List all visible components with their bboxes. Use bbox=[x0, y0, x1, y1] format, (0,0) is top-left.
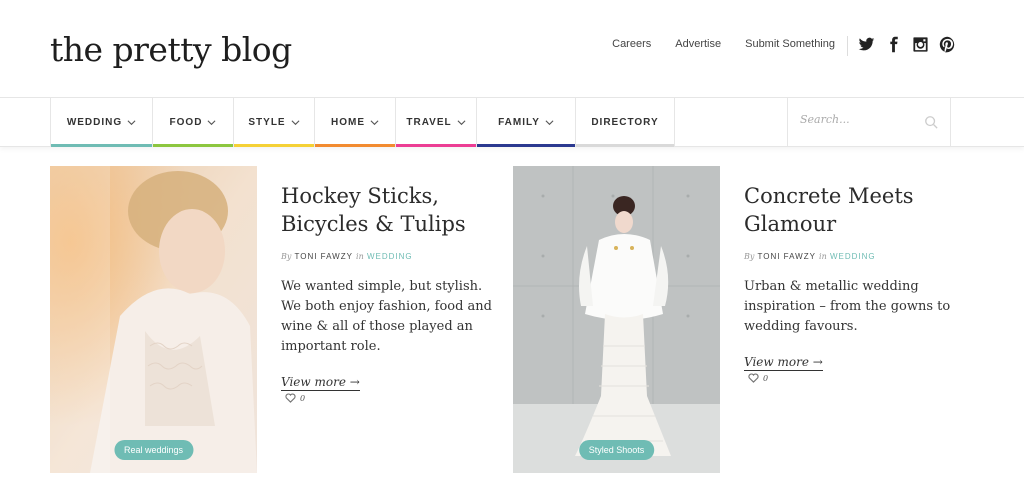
post-title-line: Hockey Sticks, bbox=[281, 184, 439, 208]
search-icon[interactable] bbox=[924, 115, 938, 129]
post-excerpt: We wanted simple, but stylish. We both e… bbox=[281, 279, 492, 354]
category-tag[interactable]: Styled Shoots bbox=[578, 440, 655, 460]
post-category-link[interactable]: WEDDING bbox=[367, 252, 413, 261]
nav-label: FAMILY bbox=[498, 116, 540, 128]
top-links: Careers Advertise Submit Something bbox=[612, 38, 835, 50]
nav-color-bar bbox=[153, 144, 233, 147]
post-meta: By TONI FAWZY in WEDDING bbox=[281, 252, 496, 261]
nav-label: WEDDING bbox=[66, 116, 123, 128]
post-image[interactable]: Real weddings bbox=[50, 166, 257, 473]
nav-color-bar bbox=[576, 144, 674, 147]
nav-item-directory[interactable]: DIRECTORY bbox=[576, 98, 675, 147]
post-title-line: Glamour bbox=[744, 212, 837, 236]
careers-link[interactable]: Careers bbox=[612, 38, 651, 50]
nav-color-bar bbox=[396, 144, 476, 147]
nav-label: FOOD bbox=[169, 116, 203, 128]
nav-item-travel[interactable]: TRAVEL bbox=[396, 98, 477, 147]
submit-something-link[interactable]: Submit Something bbox=[745, 38, 835, 50]
post-title[interactable]: Hockey Sticks, Bicycles & Tulips bbox=[281, 182, 496, 238]
category-tag[interactable]: Real weddings bbox=[113, 440, 194, 460]
chevron-down-icon bbox=[370, 119, 379, 125]
advertise-link[interactable]: Advertise bbox=[675, 38, 721, 50]
pinterest-icon[interactable] bbox=[939, 36, 956, 53]
site-header: the pretty blog Careers Advertise Submit… bbox=[0, 0, 1024, 97]
post-excerpt: Urban & metallic wedding inspiration – f… bbox=[744, 279, 951, 334]
meta-in: in bbox=[819, 252, 827, 261]
chevron-down-icon bbox=[545, 119, 554, 125]
nav-item-style[interactable]: STYLE bbox=[234, 98, 315, 147]
post-title[interactable]: Concrete Meets Glamour bbox=[744, 182, 959, 238]
post-author[interactable]: TONI FAWZY bbox=[757, 252, 815, 261]
chevron-down-icon bbox=[207, 119, 216, 125]
heart-icon[interactable] bbox=[748, 373, 759, 383]
likes-count: 0 bbox=[763, 373, 769, 383]
post-author[interactable]: TONI FAWZY bbox=[294, 252, 352, 261]
bride-photo bbox=[513, 166, 720, 473]
nav-item-home[interactable]: HOME bbox=[315, 98, 396, 147]
chevron-down-icon bbox=[291, 119, 300, 125]
nav-item-family[interactable]: FAMILY bbox=[477, 98, 576, 147]
post-image[interactable]: Styled Shoots bbox=[513, 166, 720, 473]
social-links bbox=[858, 36, 956, 53]
meta-in: in bbox=[356, 252, 364, 261]
nav-label: DIRECTORY bbox=[591, 116, 659, 128]
likes-count: 0 bbox=[300, 393, 306, 403]
facebook-icon[interactable] bbox=[885, 36, 902, 53]
view-more-link[interactable]: View more → bbox=[281, 375, 360, 391]
meta-by: By bbox=[281, 252, 292, 261]
nav-color-bar bbox=[477, 144, 575, 147]
view-more-link[interactable]: View more → bbox=[744, 355, 823, 371]
post-title-line: Concrete Meets bbox=[744, 184, 914, 208]
post-title-line: Bicycles & Tulips bbox=[281, 212, 466, 236]
nav-label: STYLE bbox=[248, 116, 286, 128]
nav-menu: WEDDING FOOD STYLE HOME TRAVEL FAMILY DI… bbox=[50, 98, 675, 147]
post-category-link[interactable]: WEDDING bbox=[830, 252, 876, 261]
post-content: Hockey Sticks, Bicycles & Tulips By TONI… bbox=[281, 166, 496, 403]
site-logo[interactable]: the pretty blog bbox=[50, 30, 292, 69]
social-divider bbox=[847, 36, 848, 56]
nav-color-bar bbox=[51, 144, 152, 147]
post-meta: By TONI FAWZY in WEDDING bbox=[744, 252, 959, 261]
nav-label: HOME bbox=[331, 116, 365, 128]
bride-photo bbox=[50, 166, 257, 473]
search-box bbox=[787, 98, 951, 146]
heart-icon[interactable] bbox=[285, 393, 296, 403]
meta-by: By bbox=[744, 252, 755, 261]
search-input[interactable] bbox=[800, 113, 920, 126]
nav-color-bar bbox=[315, 144, 395, 147]
nav-color-bar bbox=[234, 144, 314, 147]
instagram-icon[interactable] bbox=[912, 36, 929, 53]
chevron-down-icon bbox=[127, 119, 136, 125]
post-content: Concrete Meets Glamour By TONI FAWZY in … bbox=[744, 166, 959, 383]
chevron-down-icon bbox=[457, 119, 466, 125]
likes: 0 bbox=[744, 373, 959, 383]
nav-item-wedding[interactable]: WEDDING bbox=[50, 98, 153, 147]
nav-label: TRAVEL bbox=[406, 116, 452, 128]
twitter-icon[interactable] bbox=[858, 36, 875, 53]
main-nav: WEDDING FOOD STYLE HOME TRAVEL FAMILY DI… bbox=[0, 97, 1024, 147]
nav-item-food[interactable]: FOOD bbox=[153, 98, 234, 147]
likes: 0 bbox=[281, 393, 496, 403]
